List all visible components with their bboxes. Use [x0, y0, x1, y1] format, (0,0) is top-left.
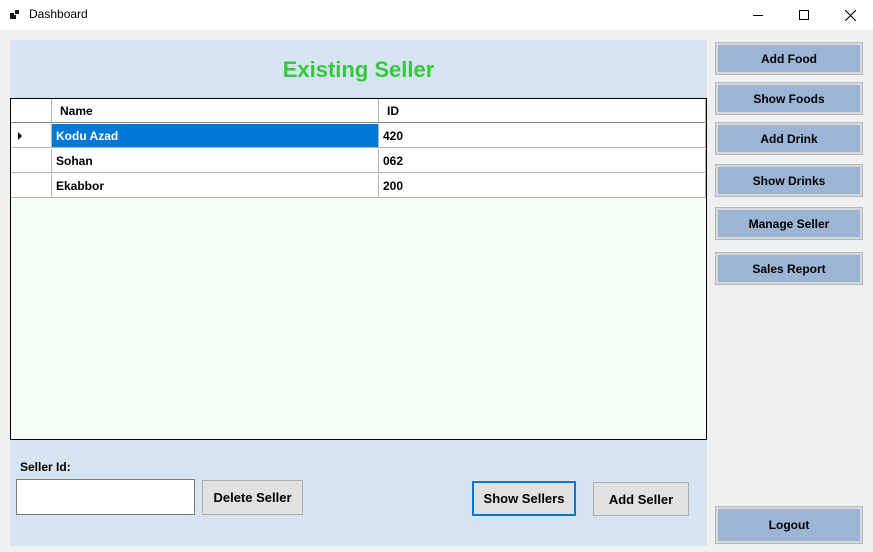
column-header-name[interactable]: Name	[52, 99, 379, 123]
cell-id[interactable]: 200	[379, 174, 706, 198]
seller-id-label: Seller Id:	[20, 460, 71, 474]
row-header[interactable]	[11, 174, 52, 198]
grid-header-row: Name ID	[11, 99, 706, 124]
minimize-icon	[753, 15, 763, 16]
sales-report-button[interactable]: Sales Report	[715, 252, 863, 285]
table-row[interactable]: Ekabbor 200	[11, 174, 706, 199]
row-header[interactable]	[11, 124, 52, 148]
table-row[interactable]: Kodu Azad 420	[11, 124, 706, 149]
manage-seller-button[interactable]: Manage Seller	[715, 207, 863, 240]
cell-id[interactable]: 420	[379, 124, 706, 148]
window-title: Dashboard	[29, 7, 88, 21]
add-food-button[interactable]: Add Food	[715, 42, 863, 75]
logout-label: Logout	[718, 509, 860, 541]
seller-form-panel: Seller Id: Delete Seller Show Sellers Ad…	[10, 440, 707, 546]
maximize-icon	[799, 10, 809, 20]
add-seller-button[interactable]: Add Seller	[593, 482, 689, 516]
current-row-arrow-icon	[18, 132, 22, 140]
minimize-button[interactable]	[735, 0, 781, 30]
show-foods-label: Show Foods	[718, 85, 860, 112]
header-panel: Existing Seller	[10, 40, 707, 99]
add-drink-label: Add Drink	[718, 125, 860, 152]
close-button[interactable]	[827, 0, 873, 30]
logout-button[interactable]: Logout	[715, 506, 863, 544]
cell-id[interactable]: 062	[379, 149, 706, 173]
show-drinks-label: Show Drinks	[718, 167, 860, 194]
maximize-button[interactable]	[781, 0, 827, 30]
seller-grid[interactable]: Name ID Kodu Azad 420 Sohan 062 Ekabbor …	[10, 98, 707, 440]
column-header-id[interactable]: ID	[379, 99, 706, 123]
grid-corner-header	[11, 99, 52, 123]
add-drink-button[interactable]: Add Drink	[715, 122, 863, 155]
manage-seller-label: Manage Seller	[718, 210, 860, 237]
title-bar: Dashboard	[0, 0, 873, 30]
sales-report-label: Sales Report	[718, 255, 860, 282]
show-sellers-button[interactable]: Show Sellers	[472, 481, 576, 516]
show-drinks-button[interactable]: Show Drinks	[715, 164, 863, 197]
close-icon	[844, 9, 856, 21]
page-title: Existing Seller	[282, 57, 435, 82]
delete-seller-button[interactable]: Delete Seller	[202, 480, 303, 515]
cell-name[interactable]: Sohan	[52, 149, 379, 173]
app-icon	[10, 9, 20, 19]
cell-name[interactable]: Kodu Azad	[52, 124, 379, 148]
seller-id-input[interactable]	[16, 479, 195, 515]
show-foods-button[interactable]: Show Foods	[715, 82, 863, 115]
table-row[interactable]: Sohan 062	[11, 149, 706, 174]
add-food-label: Add Food	[718, 45, 860, 72]
row-header[interactable]	[11, 149, 52, 173]
cell-name[interactable]: Ekabbor	[52, 174, 379, 198]
